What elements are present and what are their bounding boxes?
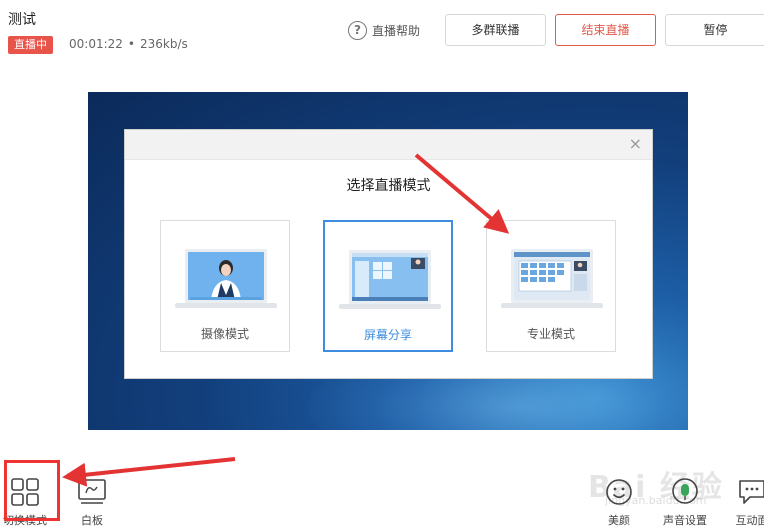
- mode-professional-label: 专业模式: [526, 327, 575, 341]
- interaction-panel-label: 互动面: [735, 514, 764, 527]
- mode-camera-label: 摄像模式: [200, 327, 249, 341]
- whiteboard-icon: [78, 479, 106, 504]
- chat-bubble-icon: [739, 480, 764, 504]
- live-status-badge: 直播中: [8, 36, 53, 54]
- question-circle-icon: ?: [348, 21, 367, 40]
- mode-professional-card[interactable]: 专业模式: [486, 220, 616, 352]
- mode-camera-card[interactable]: 摄像模式: [160, 220, 290, 352]
- annotation-highlight-box: [4, 460, 60, 521]
- live-help-link[interactable]: ? 直播帮助: [348, 21, 420, 40]
- stream-bitrate: 236kb/s: [139, 37, 188, 51]
- end-live-button[interactable]: 结束直播: [555, 14, 656, 46]
- pause-button[interactable]: 暂停: [665, 14, 764, 46]
- professional-mode-illustration: [501, 249, 603, 308]
- camera-mode-illustration: [175, 249, 277, 308]
- beauty-label: 美颜: [608, 514, 630, 527]
- microphone-icon: [672, 478, 698, 504]
- mode-screen-share-card[interactable]: 屏幕分享: [323, 220, 453, 352]
- smile-face-icon: [606, 479, 632, 505]
- voice-settings-label: 声音设置: [663, 514, 707, 527]
- dialog-title: 选择直播模式: [346, 178, 431, 194]
- annotation-arrow-switch: [62, 457, 236, 487]
- page-title: 测试: [8, 12, 36, 28]
- multi-group-broadcast-button[interactable]: 多群联播: [445, 14, 546, 46]
- screen-share-illustration: [339, 250, 441, 309]
- mode-screen-share-label: 屏幕分享: [363, 328, 412, 342]
- stats-separator: •: [127, 37, 135, 51]
- close-icon[interactable]: ×: [629, 135, 642, 153]
- whiteboard-label: 白板: [81, 514, 103, 527]
- stream-duration: 00:01:22: [69, 37, 123, 51]
- stream-stats: 00:01:22 • 236kb/s: [69, 37, 188, 51]
- dialog-titlebar: ×: [125, 130, 652, 160]
- live-help-label: 直播帮助: [372, 24, 421, 38]
